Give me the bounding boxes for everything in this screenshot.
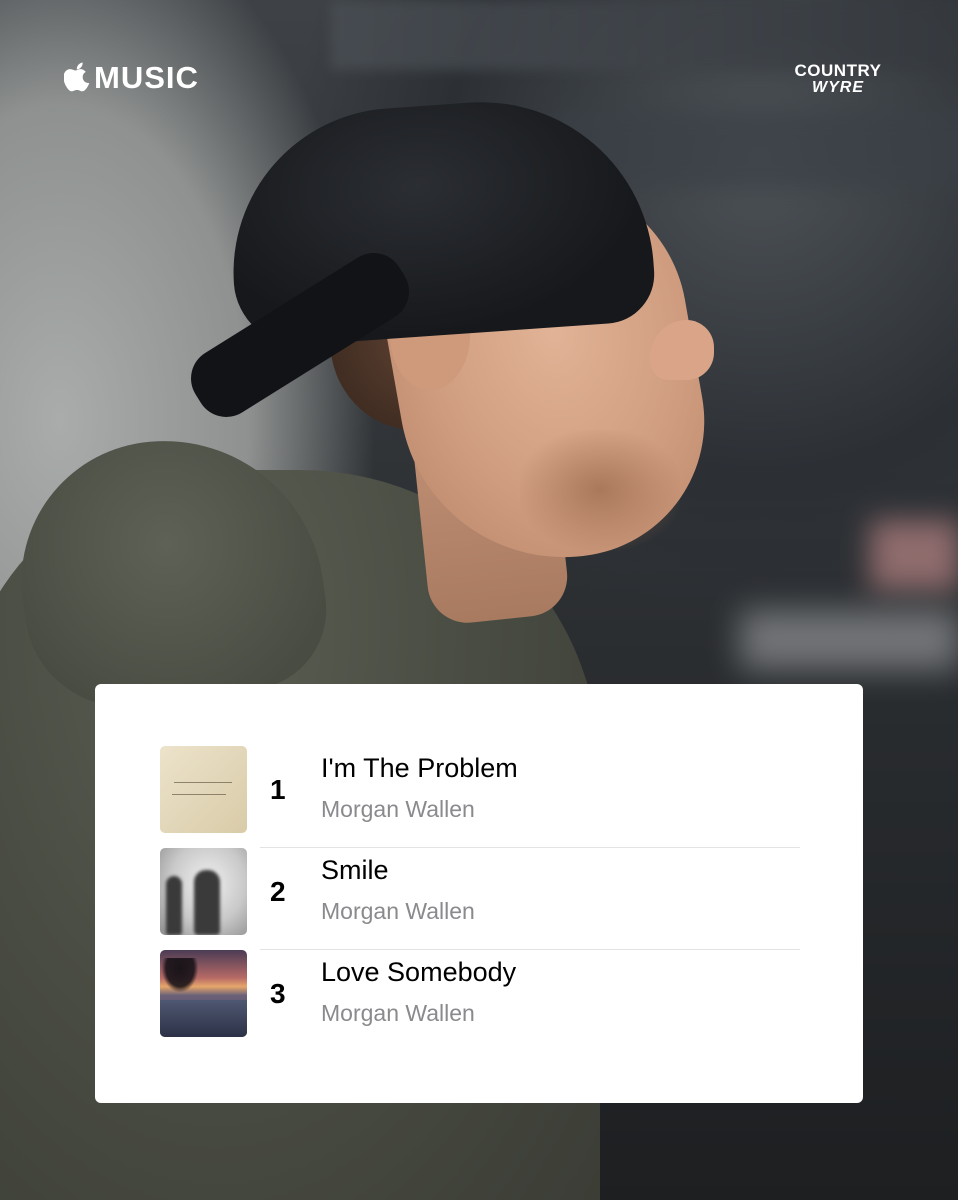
album-art-love-somebody — [160, 950, 247, 1037]
country-wyre-logo-line2: WYRE — [812, 79, 864, 96]
track-title: Love Somebody — [321, 957, 517, 987]
track-rank: 2 — [270, 876, 286, 907]
track-title: Smile — [321, 855, 389, 885]
music-logo-text: MUSIC — [94, 59, 199, 95]
track-row[interactable]: 2 Smile Morgan Wallen — [160, 848, 800, 950]
track-row[interactable]: 3 Love Somebody Morgan Wallen — [160, 950, 800, 1038]
track-artist: Morgan Wallen — [321, 796, 475, 822]
track-rank: 3 — [270, 978, 286, 1009]
track-artist: Morgan Wallen — [321, 1000, 475, 1026]
track-row[interactable]: 1 I'm The Problem Morgan Wallen — [160, 746, 800, 848]
track-artist: Morgan Wallen — [321, 898, 475, 924]
top-songs-card: 1 I'm The Problem Morgan Wallen 2 Smile … — [95, 684, 863, 1103]
country-wyre-logo: COUNTRY WYRE — [788, 62, 888, 96]
track-rank: 1 — [270, 774, 286, 805]
track-title: I'm The Problem — [321, 753, 518, 783]
album-art-im-the-problem — [160, 746, 247, 833]
album-art-smile — [160, 848, 247, 935]
apple-icon — [64, 62, 90, 92]
apple-music-logo: MUSIC — [64, 60, 199, 94]
country-wyre-logo-line1: COUNTRY — [794, 61, 882, 80]
